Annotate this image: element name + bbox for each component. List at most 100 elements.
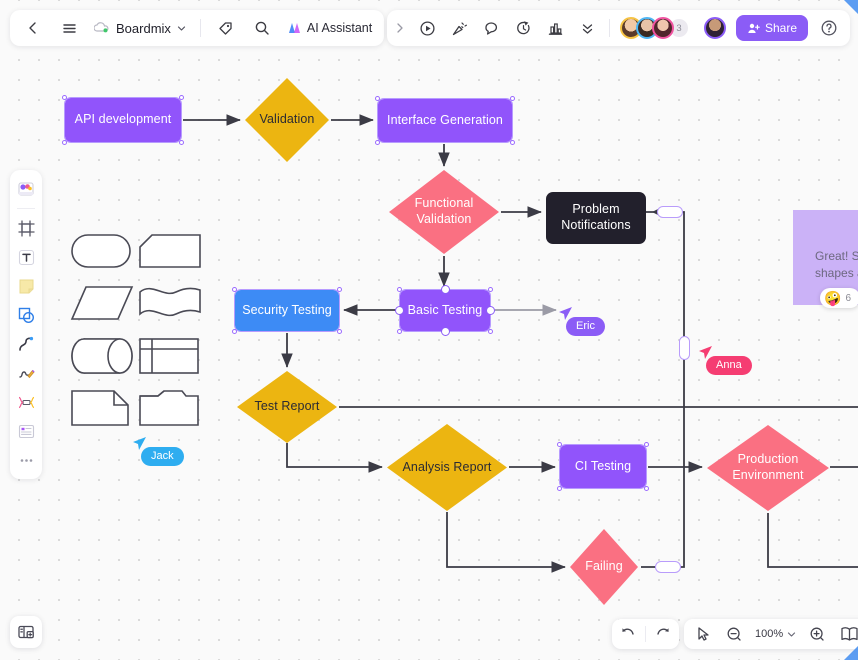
selection-handle[interactable] xyxy=(375,140,380,145)
diagram-node-prodenv[interactable]: Production Environment xyxy=(707,425,829,511)
zoom-in-icon[interactable] xyxy=(807,624,827,644)
tool-shapes[interactable] xyxy=(13,302,39,328)
selection-handle[interactable] xyxy=(62,95,67,100)
edge-label-pill-vertical[interactable] xyxy=(679,336,690,360)
selection-handle[interactable] xyxy=(337,329,342,334)
redo-icon[interactable] xyxy=(653,624,673,644)
minimap-icon[interactable] xyxy=(838,624,858,644)
tool-table[interactable] xyxy=(13,418,39,444)
collaborator-avatar-group[interactable]: 3 xyxy=(619,17,690,39)
selection-handle[interactable] xyxy=(488,287,493,292)
edge-label-pill-failing[interactable] xyxy=(655,561,681,573)
diagram-node-label: Test Report xyxy=(254,399,320,414)
selection-handle[interactable] xyxy=(557,442,562,447)
sticky-note-line-2: shapes avail xyxy=(815,266,858,281)
diagram-node-ci[interactable]: CI Testing xyxy=(557,442,649,491)
whiteboard-canvas[interactable]: API development Validation Interface Gener… xyxy=(0,0,858,660)
shape-document-fold[interactable] xyxy=(70,388,134,433)
tool-text[interactable] xyxy=(13,244,39,270)
selection-handle[interactable] xyxy=(179,95,184,100)
selection-handle[interactable] xyxy=(62,140,67,145)
diagram-node-label: CI Testing xyxy=(574,458,632,473)
selection-handle[interactable] xyxy=(644,486,649,491)
expand-right-icon[interactable] xyxy=(393,17,407,39)
cursor-jack-label: Jack xyxy=(141,447,184,466)
tag-icon[interactable] xyxy=(215,17,237,39)
shape-rounded-rectangle[interactable] xyxy=(70,232,132,275)
selection-handle[interactable] xyxy=(397,287,402,292)
diagram-node-label: Problem Notifications xyxy=(561,202,631,232)
corner-accent-bottom xyxy=(844,646,858,660)
celebrate-icon[interactable] xyxy=(449,17,471,39)
panel-toggle-button[interactable] xyxy=(10,616,42,648)
ai-assistant-button[interactable]: AI Assistant xyxy=(287,21,372,35)
tool-more[interactable] xyxy=(13,447,39,473)
zoom-level-label: 100% xyxy=(755,628,784,640)
diagram-node-iface[interactable]: Interface Generation xyxy=(375,96,515,145)
chevron-down-icon xyxy=(788,631,796,637)
tool-connector[interactable] xyxy=(13,331,39,357)
undo-icon[interactable] xyxy=(618,624,638,644)
selection-handle[interactable] xyxy=(375,96,380,101)
selection-handle[interactable] xyxy=(557,486,562,491)
reaction-emoji: 🤪 xyxy=(824,290,842,306)
diagram-node-validation[interactable]: Validation xyxy=(245,78,329,162)
diagram-node-problem[interactable]: Problem Notifications xyxy=(546,192,646,244)
back-icon[interactable] xyxy=(22,17,44,39)
timer-icon[interactable] xyxy=(513,17,535,39)
connection-handle-bottom[interactable] xyxy=(440,327,450,336)
tool-sticky-note[interactable] xyxy=(13,273,39,299)
diagram-node-security[interactable]: Security Testing xyxy=(232,287,342,334)
shape-wave-document[interactable] xyxy=(138,284,202,327)
menu-icon[interactable] xyxy=(58,17,80,39)
present-icon[interactable] xyxy=(417,17,439,39)
selection-handle[interactable] xyxy=(488,329,493,334)
search-icon[interactable] xyxy=(251,17,273,39)
more-chevron-icon[interactable] xyxy=(577,17,599,39)
cursor-eric-label: Eric xyxy=(566,317,605,336)
shape-parallelogram[interactable] xyxy=(70,284,134,327)
tool-frame[interactable] xyxy=(13,215,39,241)
toolbar-divider xyxy=(199,19,201,37)
avatar[interactable] xyxy=(651,17,674,39)
diagram-node-analysis[interactable]: Analysis Report xyxy=(387,424,507,511)
current-user-avatar[interactable] xyxy=(703,17,726,39)
document-name-menu[interactable]: Boardmix xyxy=(94,21,186,36)
shape-cylinder[interactable] xyxy=(70,336,134,381)
tool-pen[interactable] xyxy=(13,360,39,386)
connection-handle-top[interactable] xyxy=(440,285,450,294)
shape-tape-folder[interactable] xyxy=(138,388,202,433)
diagram-node-basic[interactable]: Basic Testing xyxy=(395,285,495,336)
shape-card[interactable] xyxy=(138,232,202,275)
help-icon[interactable] xyxy=(818,17,840,39)
sticky-note-reaction[interactable]: 🤪 6 xyxy=(820,288,858,308)
diagram-node-funcval[interactable]: Functional Validation xyxy=(389,170,499,254)
shape-internal-storage[interactable] xyxy=(138,336,202,381)
pointer-icon[interactable] xyxy=(693,624,713,644)
tool-mindmap[interactable] xyxy=(13,389,39,415)
selection-handle[interactable] xyxy=(644,442,649,447)
diagram-node-label: Functional Validation xyxy=(414,196,474,226)
selection-handle[interactable] xyxy=(397,329,402,334)
selection-handle[interactable] xyxy=(510,96,515,101)
selection-handle[interactable] xyxy=(232,329,237,334)
selection-handle[interactable] xyxy=(179,140,184,145)
zoom-level-menu[interactable]: 100% xyxy=(755,628,796,640)
rail-divider xyxy=(17,208,35,209)
tool-templates[interactable] xyxy=(13,176,39,202)
edge-label-pill-problem[interactable] xyxy=(657,206,683,218)
share-button[interactable]: Share xyxy=(735,15,808,41)
zoom-out-icon[interactable] xyxy=(724,624,744,644)
comment-icon[interactable] xyxy=(481,17,503,39)
share-label: Share xyxy=(764,21,797,35)
selection-handle[interactable] xyxy=(232,287,237,292)
top-toolbar-right: 3 Share xyxy=(386,10,850,46)
toolbar-divider-right xyxy=(608,19,610,37)
diagram-node-api[interactable]: API development xyxy=(62,95,184,145)
selection-handle[interactable] xyxy=(337,287,342,292)
diagram-node-failing[interactable]: Failing xyxy=(570,529,638,605)
diagram-node-label: Analysis Report xyxy=(402,459,492,474)
diagram-node-testrep[interactable]: Test Report xyxy=(237,371,337,443)
vote-icon[interactable] xyxy=(545,17,567,39)
selection-handle[interactable] xyxy=(510,140,515,145)
